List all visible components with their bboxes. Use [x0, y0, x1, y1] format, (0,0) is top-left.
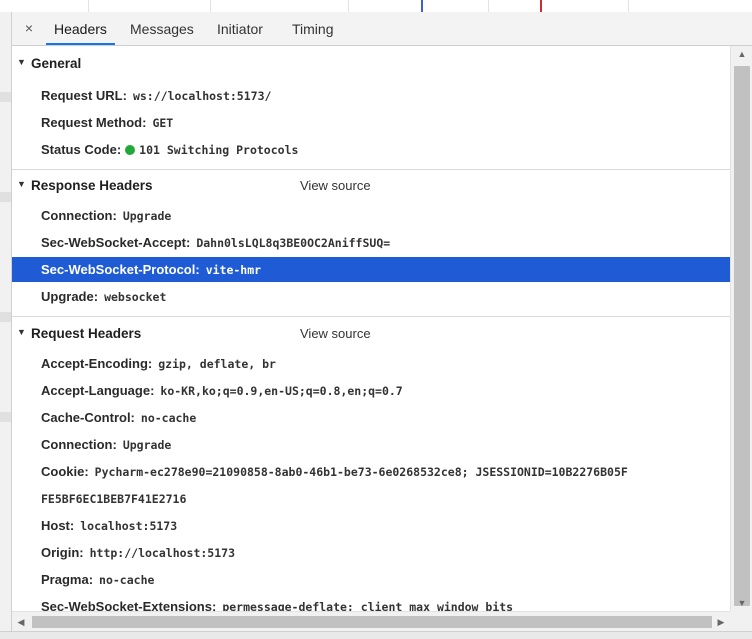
header-value: Pycharm-ec278e90=21090858-8ab0-46b1-be73… [94, 465, 628, 479]
header-key: Connection: [41, 208, 117, 223]
tab-headers[interactable]: Headers [46, 12, 115, 45]
timeline-gridline [210, 0, 211, 12]
section-divider [12, 316, 730, 317]
tab-messages[interactable]: Messages [130, 12, 194, 45]
close-icon[interactable]: × [22, 20, 36, 36]
header-key: Cookie: [41, 464, 89, 479]
header-key: Status Code: [41, 142, 122, 157]
view-source-link[interactable]: View source [300, 326, 371, 341]
header-key: Origin: [41, 545, 84, 560]
header-key: Sec-WebSocket-Extensions: [41, 599, 217, 611]
vertical-scroll-thumb[interactable] [734, 66, 750, 606]
header-key: Request URL: [41, 88, 127, 103]
general-row-request-method[interactable]: Request Method: GET [12, 110, 730, 135]
general-row-status-code[interactable]: Status Code: 101 Switching Protocols [12, 137, 730, 162]
gutter-mark [0, 312, 11, 322]
section-title: General [31, 56, 82, 71]
header-key: Accept-Encoding: [41, 356, 153, 371]
request-header-row-cookie[interactable]: Cookie: Pycharm-ec278e90=21090858-8ab0-46… [12, 459, 730, 484]
header-key: Accept-Language: [41, 383, 155, 398]
request-header-row[interactable]: Origin: http://localhost:5173 [12, 540, 730, 565]
header-value: FE5BF6EC1BEB7F41E2716 [41, 492, 187, 506]
gutter-mark [0, 192, 11, 202]
cookie-value-continuation[interactable]: FE5BF6EC1BEB7F41E2716 [12, 486, 730, 511]
gutter-mark [0, 92, 11, 102]
request-header-row[interactable]: Cache-Control: no-cache [12, 405, 730, 430]
request-list-gutter [0, 12, 12, 638]
request-header-row[interactable]: Accept-Encoding: gzip, deflate, br [12, 351, 730, 376]
response-header-row[interactable]: Connection: Upgrade [12, 203, 730, 228]
section-general-header[interactable]: ▼ General [12, 54, 730, 76]
view-source-link[interactable]: View source [300, 178, 371, 193]
triangle-down-icon: ▼ [17, 57, 26, 67]
header-value: ws://localhost:5173/ [132, 89, 272, 103]
section-divider [12, 169, 730, 170]
header-value: vite-hmr [205, 263, 262, 277]
request-header-row[interactable]: Pragma: no-cache [12, 567, 730, 592]
gutter-mark [0, 412, 11, 422]
status-ok-icon [125, 145, 136, 155]
header-value: gzip, deflate, br [158, 357, 276, 371]
triangle-down-icon: ▼ [17, 179, 26, 189]
headers-panel: ▼ General Request URL: ws://localhost:517… [12, 46, 730, 611]
triangle-down-icon: ▼ [17, 327, 26, 337]
tab-timing[interactable]: Timing [292, 12, 334, 45]
header-value: Upgrade [122, 209, 172, 223]
header-key: Request Method: [41, 115, 147, 130]
response-header-row[interactable]: Upgrade: websocket [12, 284, 730, 309]
scrollbar-corner [730, 611, 752, 631]
timeline-gridline [488, 0, 489, 12]
timeline-gridline [348, 0, 349, 12]
header-value: websocket [104, 290, 167, 304]
header-key: Sec-WebSocket-Protocol: [41, 262, 200, 277]
request-header-row[interactable]: Host: localhost:5173 [12, 513, 730, 538]
request-header-row[interactable]: Connection: Upgrade [12, 432, 730, 457]
header-key: Connection: [41, 437, 117, 452]
timeline-gridline [628, 0, 629, 12]
timeline-marker-red [540, 0, 542, 12]
request-header-row[interactable]: Accept-Language: ko-KR,ko;q=0.9,en-US;q=0… [12, 378, 730, 403]
horizontal-scrollbar[interactable]: ◀ ▶ [12, 611, 730, 632]
header-key: Cache-Control: [41, 410, 135, 425]
header-key: Pragma: [41, 572, 94, 587]
header-value: GET [152, 116, 174, 130]
scroll-right-arrow-icon[interactable]: ▶ [712, 612, 730, 632]
section-title: Request Headers [31, 326, 142, 341]
timeline-marker-blue [421, 0, 423, 12]
header-key: Host: [41, 518, 75, 533]
header-value: 101 Switching Protocols [139, 143, 299, 157]
scroll-down-arrow-icon[interactable]: ▼ [731, 595, 752, 611]
header-value: http://localhost:5173 [89, 546, 236, 560]
section-title: Response Headers [31, 178, 153, 193]
section-response-headers-header[interactable]: ▼ Response Headers View source [12, 176, 730, 198]
header-value: Dahn0lsLQL8q3BE0OC2AniffSUQ= [196, 236, 391, 250]
section-request-headers-header[interactable]: ▼ Request Headers View source [12, 324, 730, 346]
header-value: no-cache [140, 411, 197, 425]
vertical-scrollbar[interactable]: ▲ ▼ [730, 46, 752, 611]
header-key: Upgrade: [41, 289, 99, 304]
horizontal-scroll-thumb[interactable] [32, 616, 712, 628]
scroll-left-arrow-icon[interactable]: ◀ [12, 612, 30, 632]
timeline-gridline [88, 0, 89, 12]
response-header-row[interactable]: Sec-WebSocket-Accept: Dahn0lsLQL8q3BE0OC2… [12, 230, 730, 255]
header-value: no-cache [99, 573, 155, 587]
scroll-up-arrow-icon[interactable]: ▲ [731, 46, 752, 62]
header-value: localhost:5173 [80, 519, 178, 533]
general-row-request-url[interactable]: Request URL: ws://localhost:5173/ [12, 83, 730, 108]
request-header-row[interactable]: Sec-WebSocket-Extensions: permessage-defl… [12, 594, 730, 611]
response-header-row-selected[interactable]: Sec-WebSocket-Protocol: vite-hmr [12, 257, 730, 282]
header-value: ko-KR,ko;q=0.9,en-US;q=0.8,en;q=0.7 [160, 384, 403, 398]
header-key: Sec-WebSocket-Accept: [41, 235, 191, 250]
tab-initiator[interactable]: Initiator [217, 12, 263, 45]
header-value: permessage-deflate; client_max_window_bi… [222, 600, 514, 611]
header-value: Upgrade [122, 438, 172, 452]
details-tabbar: × Headers Messages Initiator Timing [12, 12, 752, 46]
